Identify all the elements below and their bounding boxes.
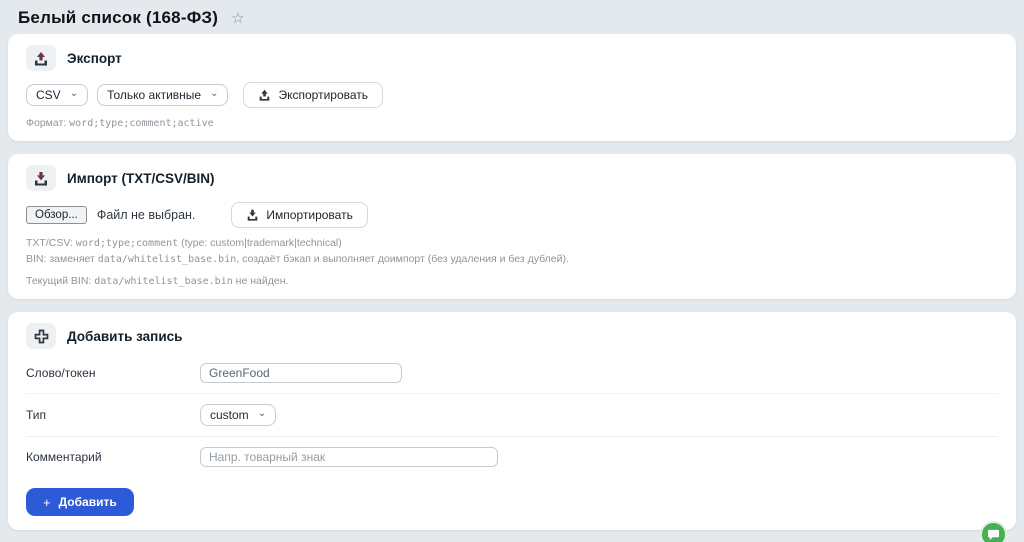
chevron-down-icon: ⌄	[258, 409, 266, 419]
form-row-comment: Комментарий	[26, 437, 998, 477]
export-hint-label: Формат:	[26, 117, 66, 129]
file-status-text: Файл не выбран.	[97, 208, 196, 222]
type-select-value: custom	[210, 408, 249, 422]
export-scope-select[interactable]: Только активные ⌄	[97, 84, 228, 106]
form-row-type: Тип custom ⌄	[26, 394, 998, 437]
export-card-title: Экспорт	[67, 51, 122, 66]
chevron-down-icon: ⌄	[210, 89, 218, 99]
upload-icon	[258, 89, 271, 101]
comment-input[interactable]	[200, 447, 498, 467]
form-row-word: Слово/токен	[26, 353, 998, 394]
word-input[interactable]	[200, 363, 402, 383]
import-hint-bin-suffix: , создаёт бэкап и выполняет доимпорт (бе…	[236, 253, 569, 265]
import-card: Импорт (TXT/CSV/BIN) Обзор... Файл не вы…	[8, 154, 1016, 299]
import-button-label: Импортировать	[266, 208, 352, 222]
add-button-label: Добавить	[59, 495, 117, 509]
download-icon	[26, 165, 56, 191]
import-hint-txtcsv: TXT/CSV: word;type;comment (type: custom…	[26, 237, 998, 249]
export-format-value: CSV	[36, 88, 61, 102]
import-hint-txtcsv-suffix: (type: custom|trademark|technical)	[181, 237, 342, 249]
star-favorite-icon[interactable]: ☆	[231, 9, 244, 27]
import-hint-bin-code: data/whitelist_base.bin	[98, 254, 236, 265]
add-record-card: Добавить запись Слово/токен Тип custom ⌄…	[8, 312, 1016, 530]
import-hint-current-prefix: Текущий BIN:	[26, 275, 91, 287]
import-hint-txtcsv-code: word;type;comment	[76, 238, 178, 249]
export-format-hint: Формат: word;type;comment;active	[26, 117, 998, 129]
import-card-header: Импорт (TXT/CSV/BIN)	[26, 165, 998, 191]
export-card-header: Экспорт	[26, 45, 998, 71]
import-hint-txtcsv-prefix: TXT/CSV:	[26, 237, 73, 249]
import-card-title: Импорт (TXT/CSV/BIN)	[67, 171, 215, 186]
export-hint-code: word;type;comment;active	[69, 118, 214, 129]
export-button[interactable]: Экспортировать	[243, 82, 383, 108]
import-file-row: Обзор... Файл не выбран. Импортировать	[26, 202, 998, 228]
download-icon	[246, 209, 259, 221]
import-hint-bin-prefix: BIN: заменяет	[26, 253, 95, 265]
page-title: Белый список (168-ФЗ)	[18, 8, 218, 28]
upload-icon	[26, 45, 56, 71]
page-header: Белый список (168-ФЗ) ☆	[0, 0, 1024, 34]
import-hint-current-code: data/whitelist_base.bin	[94, 276, 232, 287]
import-hint-current-suffix: не найден.	[236, 275, 289, 287]
chat-widget-icon[interactable]	[980, 521, 1007, 542]
comment-label: Комментарий	[26, 450, 200, 464]
word-label: Слово/токен	[26, 366, 200, 380]
export-format-select[interactable]: CSV ⌄	[26, 84, 88, 106]
import-hint-bin: BIN: заменяет data/whitelist_base.bin, с…	[26, 253, 998, 265]
plus-icon: +	[43, 496, 51, 509]
type-select[interactable]: custom ⌄	[200, 404, 276, 426]
browse-file-button[interactable]: Обзор...	[26, 206, 87, 224]
import-hint-current-bin: Текущий BIN: data/whitelist_base.bin не …	[26, 275, 998, 287]
chevron-down-icon: ⌄	[70, 89, 78, 99]
export-button-label: Экспортировать	[278, 88, 368, 102]
export-scope-value: Только активные	[107, 88, 201, 102]
add-record-header: Добавить запись	[26, 323, 998, 349]
import-button[interactable]: Импортировать	[231, 202, 367, 228]
plus-icon	[26, 323, 56, 349]
add-button[interactable]: + Добавить	[26, 488, 134, 516]
export-controls: CSV ⌄ Только активные ⌄ Экспортировать	[26, 82, 998, 108]
export-card: Экспорт CSV ⌄ Только активные ⌄ Экспорти…	[8, 34, 1016, 141]
type-label: Тип	[26, 408, 200, 422]
add-record-title: Добавить запись	[67, 329, 182, 344]
